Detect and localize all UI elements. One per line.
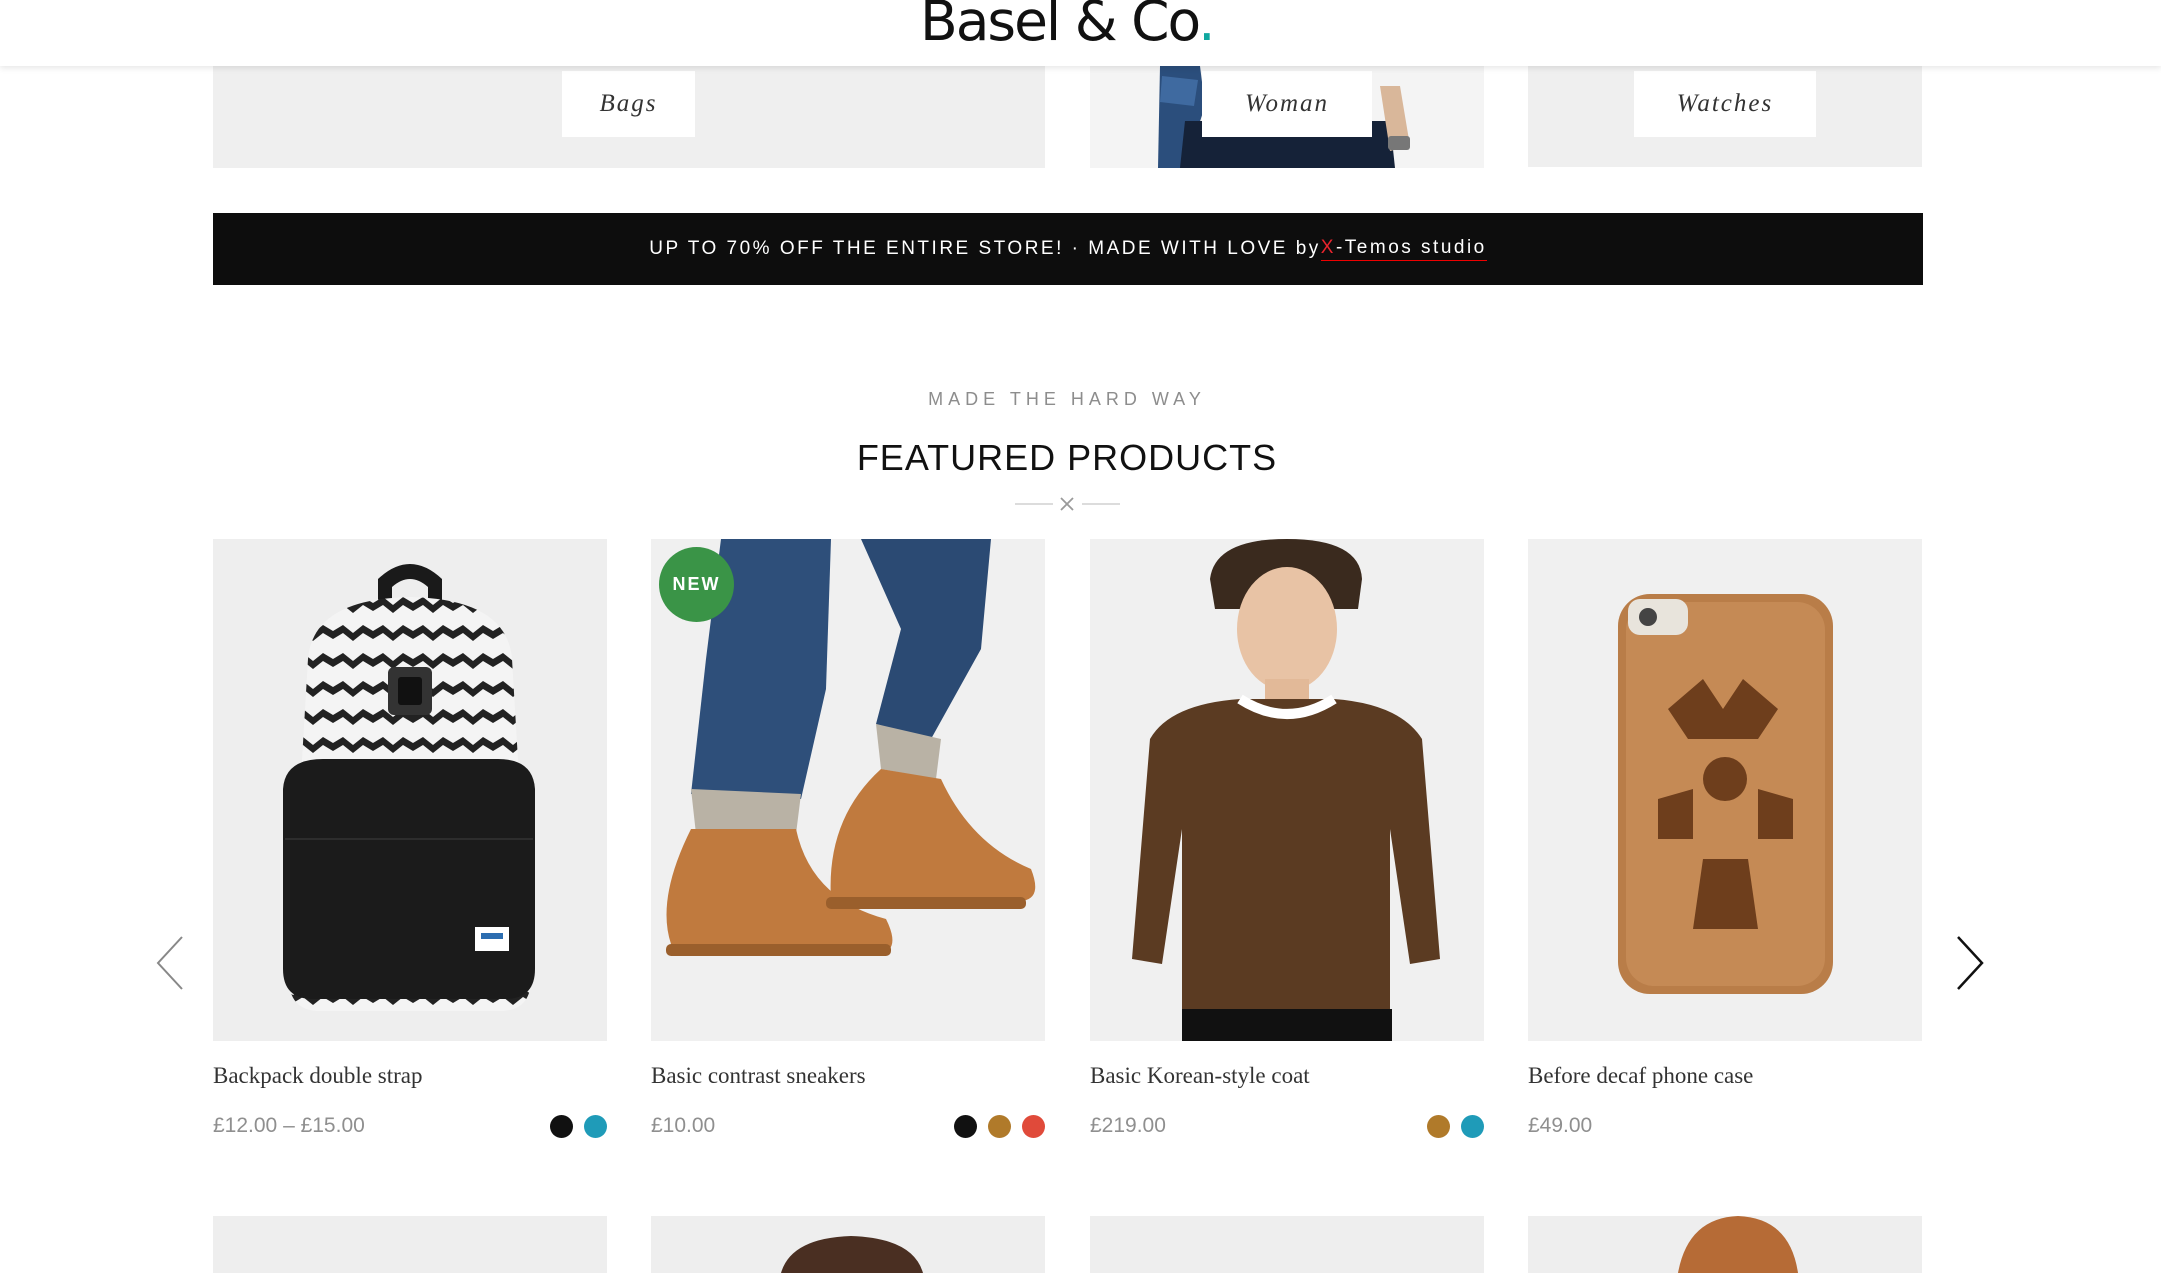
product-image-next-1[interactable]: [213, 1216, 607, 1273]
product-image-coat[interactable]: [1090, 539, 1484, 1041]
chevron-right-icon[interactable]: [1948, 933, 1988, 993]
product-card[interactable]: Backpack double strap £12.00 – £15.00: [213, 539, 607, 1141]
swatch-red[interactable]: [1022, 1115, 1045, 1138]
backpack-illustration: [283, 564, 535, 1011]
product-card[interactable]: Basic Korean-style coat £219.00: [1090, 539, 1484, 1141]
swatch-brown[interactable]: [988, 1115, 1011, 1138]
product-price: £219.00: [1090, 1114, 1166, 1137]
price-row: £219.00: [1090, 1111, 1484, 1141]
product-image-phone-case[interactable]: [1528, 539, 1922, 1041]
swatch-blue[interactable]: [584, 1115, 607, 1138]
swatch-black[interactable]: [954, 1115, 977, 1138]
category-label-woman[interactable]: Woman: [1202, 71, 1372, 137]
model-hair-illustration: [1678, 1216, 1798, 1273]
category-label-watches[interactable]: Watches: [1634, 71, 1816, 137]
product-image-backpack[interactable]: [213, 539, 607, 1041]
studio-x: X: [1320, 237, 1336, 258]
product-image-next-3[interactable]: [1090, 1216, 1484, 1273]
category-tile-bags[interactable]: Bags: [213, 66, 1045, 168]
color-swatches: [1427, 1115, 1484, 1138]
promo-banner: UP TO 70% OFF THE ENTIRE STORE! · MADE W…: [213, 213, 1923, 285]
product-name[interactable]: Basic Korean-style coat: [1090, 1063, 1484, 1089]
section-title: FEATURED PRODUCTS: [856, 437, 1278, 478]
site-header: Basel & Co.: [0, 0, 2161, 66]
price-row: £12.00 – £15.00: [213, 1111, 607, 1141]
studio-name: -Temos studio: [1335, 237, 1487, 258]
category-tile-woman[interactable]: Woman: [1090, 66, 1484, 168]
logo-dot: .: [1198, 0, 1216, 53]
new-badge: NEW: [659, 547, 734, 622]
category-tile-watches[interactable]: Watches: [1528, 66, 1922, 167]
product-price: £12.00 – £15.00: [213, 1114, 365, 1137]
color-swatches: [954, 1115, 1045, 1138]
price-row: £10.00: [651, 1111, 1045, 1141]
swatch-black[interactable]: [550, 1115, 573, 1138]
phone-case-illustration: [1528, 539, 1922, 1041]
color-swatches: [550, 1115, 607, 1138]
category-label-bags[interactable]: Bags: [562, 71, 695, 137]
studio-link[interactable]: X-Temos studio: [1320, 237, 1487, 261]
sweater-model-illustration: [1090, 539, 1484, 1041]
promo-text: UP TO 70% OFF THE ENTIRE STORE! · MADE W…: [649, 238, 1321, 259]
product-name[interactable]: Backpack double strap: [213, 1063, 607, 1089]
product-image-sneakers[interactable]: NEW: [651, 539, 1045, 1041]
swatch-brown[interactable]: [1427, 1115, 1450, 1138]
logo-text: Basel & Co: [920, 0, 1200, 53]
section-subtitle: MADE THE HARD WAY: [928, 389, 1206, 409]
chevron-left-icon[interactable]: [152, 933, 192, 993]
product-card[interactable]: NEW Basic contrast sneakers £10.00: [651, 539, 1045, 1141]
product-image-next-2[interactable]: [651, 1216, 1045, 1273]
product-image-next-4[interactable]: [1528, 1216, 1922, 1273]
price-row: £49.00: [1528, 1111, 1922, 1141]
bag-top-illustration: [781, 1236, 923, 1273]
swatch-blue[interactable]: [1461, 1115, 1484, 1138]
product-name[interactable]: Before decaf phone case: [1528, 1063, 1922, 1089]
product-card[interactable]: Before decaf phone case £49.00: [1528, 539, 1922, 1141]
close-x-icon: [1015, 497, 1120, 511]
product-price: £49.00: [1528, 1114, 1593, 1137]
product-name[interactable]: Basic contrast sneakers: [651, 1063, 1045, 1089]
site-logo[interactable]: Basel & Co.: [920, 0, 1216, 49]
